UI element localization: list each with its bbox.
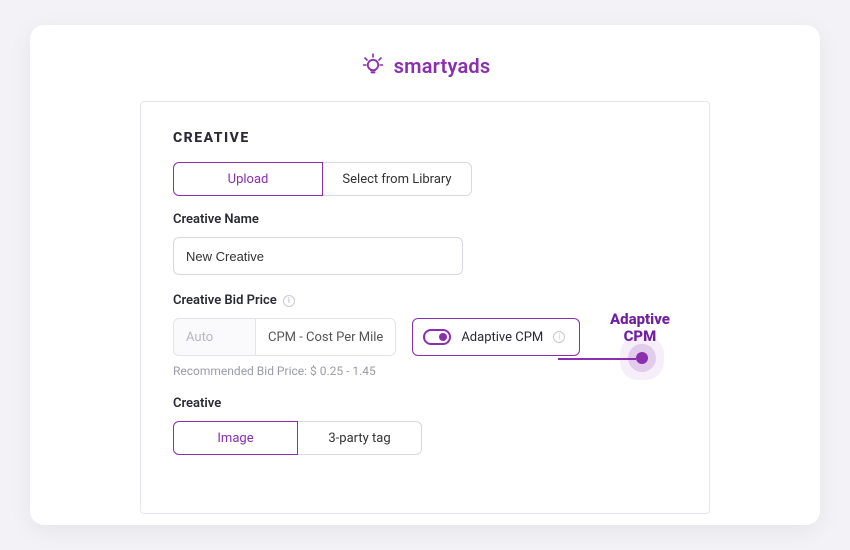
bid-price-row: Creative Bid Price i Auto CPM - Cost Per…: [173, 293, 677, 378]
section-title: CREATIVE: [173, 130, 677, 146]
tab-third-party-tag[interactable]: 3-party tag: [297, 421, 422, 455]
creative-name-row: Creative Name: [173, 212, 677, 275]
brand-name: smartyads: [394, 54, 491, 78]
bid-auto-field[interactable]: Auto: [173, 318, 255, 356]
bid-price-label-text: Creative Bid Price: [173, 293, 277, 308]
creative-name-input[interactable]: [173, 237, 463, 275]
info-icon[interactable]: i: [553, 331, 565, 343]
app-card: smartyads CREATIVE Upload Select from Li…: [30, 25, 820, 525]
adaptive-cpm-label: Adaptive CPM: [461, 330, 543, 345]
source-segmented: Upload Select from Library: [173, 162, 677, 196]
creative-panel: CREATIVE Upload Select from Library Crea…: [140, 101, 710, 514]
bid-price-controls: Auto CPM - Cost Per Mile Adaptive CPM i: [173, 318, 677, 356]
brand-logo: smartyads: [60, 51, 790, 81]
annotation-connector: [558, 358, 636, 360]
bid-model-select[interactable]: CPM - Cost Per Mile: [255, 318, 396, 356]
creative-type-row: Creative Image 3-party tag: [173, 396, 677, 455]
tab-select-from-library[interactable]: Select from Library: [322, 162, 472, 196]
lightbulb-icon: [360, 51, 386, 81]
adaptive-cpm-chip[interactable]: Adaptive CPM i: [412, 318, 580, 356]
creative-name-label: Creative Name: [173, 212, 677, 227]
info-icon[interactable]: i: [283, 295, 295, 307]
annotation-line1: Adaptive: [610, 311, 670, 328]
bid-price-hint: Recommended Bid Price: $ 0.25 - 1.45: [173, 364, 677, 378]
annotation-dot-icon: [636, 352, 648, 364]
bid-price-pair: Auto CPM - Cost Per Mile: [173, 318, 396, 356]
creative-type-label: Creative: [173, 396, 677, 411]
annotation-label: Adaptive CPM: [610, 311, 670, 344]
tab-upload[interactable]: Upload: [173, 162, 323, 196]
bid-price-label: Creative Bid Price i: [173, 293, 677, 308]
toggle-icon[interactable]: [423, 329, 451, 345]
creative-type-segmented: Image 3-party tag: [173, 421, 677, 455]
annotation-line2: CPM: [610, 328, 670, 345]
tab-image[interactable]: Image: [173, 421, 298, 455]
